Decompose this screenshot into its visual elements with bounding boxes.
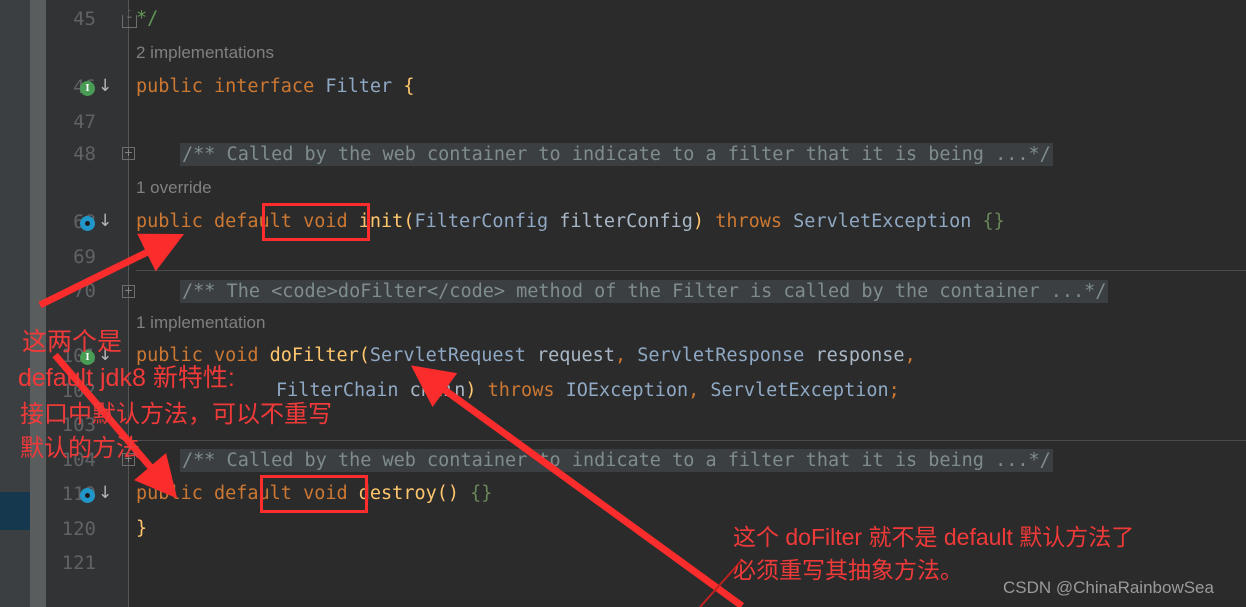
override-icon-line68[interactable]: [80, 216, 95, 231]
keyword-interface: interface: [202, 76, 326, 97]
paren-close-68: ): [692, 211, 705, 232]
member-separator-2: [136, 440, 1246, 441]
annotation-bottom-line-1: 这个 doFilter 就不是 default 默认方法了: [733, 524, 1135, 550]
annotation-left-line-2: default jdk8 新特性:: [18, 364, 235, 392]
inlay-hint-implementations[interactable]: 2 implementations: [136, 43, 274, 63]
keyword-throws-68: throws: [704, 211, 794, 232]
highlight-box-default-init: [262, 203, 370, 241]
body-braces-68: {}: [971, 211, 1005, 232]
chevron-down-icon-line46[interactable]: ↓: [98, 78, 112, 95]
brace-open: {: [392, 76, 415, 97]
type-servletrequest: ServletRequest: [369, 345, 526, 366]
keyword-public-68: public: [136, 211, 214, 232]
type-servletresponse: ServletResponse: [626, 345, 805, 366]
keyword-public: public: [136, 76, 203, 97]
line-number-47: 47: [73, 111, 96, 133]
code-line-46[interactable]: public interface Filter {: [136, 76, 414, 97]
inlay-hint-implementation[interactable]: 1 implementation: [136, 313, 265, 333]
implementations-icon-line46[interactable]: I: [80, 81, 95, 96]
param-response: response: [804, 345, 905, 366]
paren-open-68: (: [403, 211, 415, 232]
annotation-left-line-3: 接口中默认方法，可以不重写: [20, 401, 332, 428]
comma-101b: ,: [904, 345, 916, 366]
chevron-down-icon-line68[interactable]: ↓: [98, 213, 112, 230]
keyword-throws-102: throws: [476, 380, 566, 401]
keyword-public-119: public: [136, 483, 214, 504]
param-chain: chain: [398, 380, 466, 401]
member-separator-1: [136, 270, 1246, 271]
code-line-101[interactable]: public void doFilter(ServletRequest requ…: [136, 345, 916, 366]
semicolon-102: ;: [888, 380, 900, 401]
folded-javadoc-line70[interactable]: /** The <code>doFilter</code> method of …: [180, 280, 1109, 303]
line-number-121: 121: [61, 552, 96, 574]
code-line-120[interactable]: }: [136, 518, 147, 539]
parens-119: (): [436, 483, 460, 504]
watermark-text: CSDN @ChinaRainbowSea: [1003, 578, 1214, 597]
type-servletexception-68: ServletException: [793, 211, 972, 232]
code-line-102[interactable]: FilterChain chain) throws IOException, S…: [276, 380, 900, 401]
fold-expand-icon-line70[interactable]: +: [122, 285, 135, 298]
type-filter: Filter: [325, 76, 393, 97]
fold-expand-icon-line48[interactable]: +: [122, 147, 135, 160]
folded-javadoc-line104[interactable]: /** Called by the web container to indic…: [180, 449, 1053, 472]
type-filterconfig: FilterConfig: [414, 211, 549, 232]
inlay-hint-override[interactable]: 1 override: [136, 178, 212, 198]
param-request: request: [525, 345, 615, 366]
param-filterconfig: filterConfig: [548, 211, 693, 232]
annotation-bottom-line-2: 必须重写其抽象方法。: [733, 557, 963, 583]
line-number-48: 48: [73, 143, 96, 165]
paren-open-101: (: [358, 345, 370, 366]
code-folding-rail: [128, 0, 129, 607]
annotation-left-line-1: 这两个是: [22, 328, 123, 356]
line-number-120: 120: [61, 518, 96, 540]
chevron-down-icon-line119[interactable]: ↓: [98, 485, 112, 502]
comma-101a: ,: [614, 345, 627, 366]
body-braces-119: {}: [459, 483, 493, 504]
line-number-70: 70: [73, 280, 96, 302]
line-number-69: 69: [73, 246, 96, 268]
code-editor-screenshot: 45 46 47 48 68 69 70 101 102 103 104 119…: [0, 0, 1246, 607]
paren-close-102: ): [465, 380, 477, 401]
method-destroy: destroy: [358, 483, 437, 504]
line-number-45: 45: [73, 8, 96, 30]
override-icon-line119[interactable]: [80, 488, 95, 503]
highlight-box-default-destroy: [260, 475, 368, 513]
type-servletexception-102: ServletException: [699, 380, 889, 401]
type-ioexception: IOException: [565, 380, 689, 401]
method-dofilter: doFilter: [269, 345, 359, 366]
annotation-left-line-4: 默认的方法: [20, 435, 140, 462]
folded-javadoc-line48[interactable]: /** Called by the web container to indic…: [180, 143, 1053, 166]
code-line-45[interactable]: */: [136, 8, 158, 29]
comma-102: ,: [688, 380, 700, 401]
